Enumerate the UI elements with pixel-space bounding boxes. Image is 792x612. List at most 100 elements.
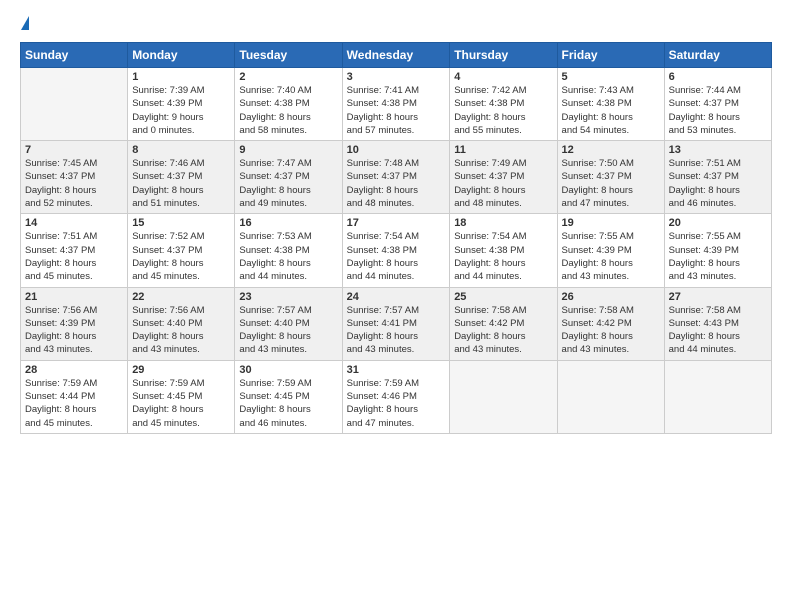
- day-header-wednesday: Wednesday: [342, 43, 450, 68]
- logo-text: [20, 16, 29, 32]
- day-info: Sunrise: 7:57 AMSunset: 4:40 PMDaylight:…: [239, 304, 337, 357]
- day-number: 23: [239, 291, 337, 303]
- day-info: Sunrise: 7:59 AMSunset: 4:45 PMDaylight:…: [239, 377, 337, 430]
- day-info: Sunrise: 7:46 AMSunset: 4:37 PMDaylight:…: [132, 157, 230, 210]
- day-header-tuesday: Tuesday: [235, 43, 342, 68]
- day-header-thursday: Thursday: [450, 43, 557, 68]
- calendar-cell: 11Sunrise: 7:49 AMSunset: 4:37 PMDayligh…: [450, 141, 557, 214]
- day-number: 19: [562, 217, 660, 229]
- day-number: 27: [669, 291, 767, 303]
- day-number: 8: [132, 144, 230, 156]
- day-number: 18: [454, 217, 552, 229]
- day-number: 24: [347, 291, 446, 303]
- day-number: 1: [132, 71, 230, 83]
- day-info: Sunrise: 7:59 AMSunset: 4:44 PMDaylight:…: [25, 377, 123, 430]
- day-info: Sunrise: 7:54 AMSunset: 4:38 PMDaylight:…: [347, 230, 446, 283]
- day-info: Sunrise: 7:44 AMSunset: 4:37 PMDaylight:…: [669, 84, 767, 137]
- day-info: Sunrise: 7:43 AMSunset: 4:38 PMDaylight:…: [562, 84, 660, 137]
- day-number: 13: [669, 144, 767, 156]
- week-row-4: 21Sunrise: 7:56 AMSunset: 4:39 PMDayligh…: [21, 287, 772, 360]
- calendar-cell: 7Sunrise: 7:45 AMSunset: 4:37 PMDaylight…: [21, 141, 128, 214]
- calendar-cell: [557, 360, 664, 433]
- calendar-cell: 17Sunrise: 7:54 AMSunset: 4:38 PMDayligh…: [342, 214, 450, 287]
- day-info: Sunrise: 7:58 AMSunset: 4:43 PMDaylight:…: [669, 304, 767, 357]
- calendar-cell: 4Sunrise: 7:42 AMSunset: 4:38 PMDaylight…: [450, 68, 557, 141]
- calendar-cell: 16Sunrise: 7:53 AMSunset: 4:38 PMDayligh…: [235, 214, 342, 287]
- day-number: 10: [347, 144, 446, 156]
- calendar-cell: 12Sunrise: 7:50 AMSunset: 4:37 PMDayligh…: [557, 141, 664, 214]
- day-number: 28: [25, 364, 123, 376]
- day-number: 6: [669, 71, 767, 83]
- day-info: Sunrise: 7:42 AMSunset: 4:38 PMDaylight:…: [454, 84, 552, 137]
- day-info: Sunrise: 7:59 AMSunset: 4:45 PMDaylight:…: [132, 377, 230, 430]
- day-info: Sunrise: 7:47 AMSunset: 4:37 PMDaylight:…: [239, 157, 337, 210]
- day-number: 14: [25, 217, 123, 229]
- calendar-cell: 23Sunrise: 7:57 AMSunset: 4:40 PMDayligh…: [235, 287, 342, 360]
- day-number: 26: [562, 291, 660, 303]
- day-number: 4: [454, 71, 552, 83]
- week-row-5: 28Sunrise: 7:59 AMSunset: 4:44 PMDayligh…: [21, 360, 772, 433]
- calendar-cell: [664, 360, 771, 433]
- calendar-cell: 25Sunrise: 7:58 AMSunset: 4:42 PMDayligh…: [450, 287, 557, 360]
- day-info: Sunrise: 7:53 AMSunset: 4:38 PMDaylight:…: [239, 230, 337, 283]
- day-number: 12: [562, 144, 660, 156]
- calendar-cell: 3Sunrise: 7:41 AMSunset: 4:38 PMDaylight…: [342, 68, 450, 141]
- day-info: Sunrise: 7:48 AMSunset: 4:37 PMDaylight:…: [347, 157, 446, 210]
- day-info: Sunrise: 7:49 AMSunset: 4:37 PMDaylight:…: [454, 157, 552, 210]
- day-info: Sunrise: 7:51 AMSunset: 4:37 PMDaylight:…: [25, 230, 123, 283]
- day-info: Sunrise: 7:58 AMSunset: 4:42 PMDaylight:…: [562, 304, 660, 357]
- day-number: 31: [347, 364, 446, 376]
- week-row-3: 14Sunrise: 7:51 AMSunset: 4:37 PMDayligh…: [21, 214, 772, 287]
- calendar-cell: 22Sunrise: 7:56 AMSunset: 4:40 PMDayligh…: [128, 287, 235, 360]
- day-info: Sunrise: 7:55 AMSunset: 4:39 PMDaylight:…: [562, 230, 660, 283]
- calendar-cell: 19Sunrise: 7:55 AMSunset: 4:39 PMDayligh…: [557, 214, 664, 287]
- calendar-cell: 6Sunrise: 7:44 AMSunset: 4:37 PMDaylight…: [664, 68, 771, 141]
- day-info: Sunrise: 7:50 AMSunset: 4:37 PMDaylight:…: [562, 157, 660, 210]
- calendar-cell: 14Sunrise: 7:51 AMSunset: 4:37 PMDayligh…: [21, 214, 128, 287]
- day-number: 11: [454, 144, 552, 156]
- calendar-cell: 8Sunrise: 7:46 AMSunset: 4:37 PMDaylight…: [128, 141, 235, 214]
- calendar-cell: [21, 68, 128, 141]
- day-header-monday: Monday: [128, 43, 235, 68]
- day-number: 17: [347, 217, 446, 229]
- day-header-sunday: Sunday: [21, 43, 128, 68]
- calendar-cell: 5Sunrise: 7:43 AMSunset: 4:38 PMDaylight…: [557, 68, 664, 141]
- day-info: Sunrise: 7:56 AMSunset: 4:40 PMDaylight:…: [132, 304, 230, 357]
- header: [20, 16, 772, 32]
- day-info: Sunrise: 7:57 AMSunset: 4:41 PMDaylight:…: [347, 304, 446, 357]
- day-number: 3: [347, 71, 446, 83]
- calendar-cell: 24Sunrise: 7:57 AMSunset: 4:41 PMDayligh…: [342, 287, 450, 360]
- calendar-cell: 2Sunrise: 7:40 AMSunset: 4:38 PMDaylight…: [235, 68, 342, 141]
- day-number: 5: [562, 71, 660, 83]
- day-info: Sunrise: 7:51 AMSunset: 4:37 PMDaylight:…: [669, 157, 767, 210]
- day-info: Sunrise: 7:40 AMSunset: 4:38 PMDaylight:…: [239, 84, 337, 137]
- day-info: Sunrise: 7:55 AMSunset: 4:39 PMDaylight:…: [669, 230, 767, 283]
- day-number: 22: [132, 291, 230, 303]
- logo-triangle-icon: [21, 16, 29, 30]
- header-row: SundayMondayTuesdayWednesdayThursdayFrid…: [21, 43, 772, 68]
- calendar-cell: 13Sunrise: 7:51 AMSunset: 4:37 PMDayligh…: [664, 141, 771, 214]
- page: SundayMondayTuesdayWednesdayThursdayFrid…: [0, 0, 792, 612]
- calendar-table: SundayMondayTuesdayWednesdayThursdayFrid…: [20, 42, 772, 434]
- day-number: 25: [454, 291, 552, 303]
- day-number: 2: [239, 71, 337, 83]
- calendar-cell: 1Sunrise: 7:39 AMSunset: 4:39 PMDaylight…: [128, 68, 235, 141]
- calendar-cell: 26Sunrise: 7:58 AMSunset: 4:42 PMDayligh…: [557, 287, 664, 360]
- day-info: Sunrise: 7:58 AMSunset: 4:42 PMDaylight:…: [454, 304, 552, 357]
- calendar-cell: [450, 360, 557, 433]
- calendar-cell: 30Sunrise: 7:59 AMSunset: 4:45 PMDayligh…: [235, 360, 342, 433]
- logo: [20, 16, 29, 32]
- calendar-cell: 29Sunrise: 7:59 AMSunset: 4:45 PMDayligh…: [128, 360, 235, 433]
- day-number: 15: [132, 217, 230, 229]
- week-row-2: 7Sunrise: 7:45 AMSunset: 4:37 PMDaylight…: [21, 141, 772, 214]
- day-info: Sunrise: 7:56 AMSunset: 4:39 PMDaylight:…: [25, 304, 123, 357]
- calendar-cell: 31Sunrise: 7:59 AMSunset: 4:46 PMDayligh…: [342, 360, 450, 433]
- day-info: Sunrise: 7:59 AMSunset: 4:46 PMDaylight:…: [347, 377, 446, 430]
- day-header-friday: Friday: [557, 43, 664, 68]
- calendar-cell: 18Sunrise: 7:54 AMSunset: 4:38 PMDayligh…: [450, 214, 557, 287]
- day-number: 9: [239, 144, 337, 156]
- day-info: Sunrise: 7:54 AMSunset: 4:38 PMDaylight:…: [454, 230, 552, 283]
- calendar-cell: 10Sunrise: 7:48 AMSunset: 4:37 PMDayligh…: [342, 141, 450, 214]
- calendar-cell: 15Sunrise: 7:52 AMSunset: 4:37 PMDayligh…: [128, 214, 235, 287]
- day-info: Sunrise: 7:45 AMSunset: 4:37 PMDaylight:…: [25, 157, 123, 210]
